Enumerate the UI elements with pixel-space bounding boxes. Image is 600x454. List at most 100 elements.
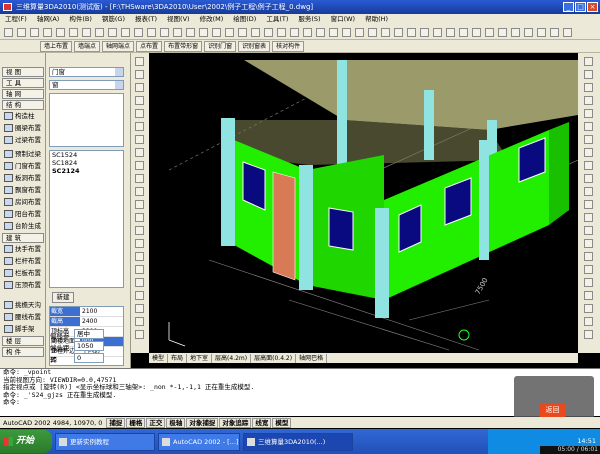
toolbar-icon[interactable]: [498, 28, 507, 37]
modify-tool-icon[interactable]: [135, 161, 144, 170]
view-tool-icon[interactable]: [584, 304, 593, 313]
modify-tool-icon[interactable]: [135, 200, 144, 209]
modify-tool-icon[interactable]: [135, 226, 144, 235]
toolbar-icon[interactable]: [17, 28, 26, 37]
palette-item[interactable]: 栏杆布置: [3, 256, 44, 266]
modify-tool-icon[interactable]: [135, 304, 144, 313]
modify-tool-icon[interactable]: [135, 96, 144, 105]
palette-item[interactable]: 板洞布置: [3, 173, 44, 183]
menu-item[interactable]: 帮助(H): [360, 14, 393, 25]
modify-tool-icon[interactable]: [135, 83, 144, 92]
command-button[interactable]: 墙端点: [74, 40, 101, 52]
modify-tool-icon[interactable]: [135, 174, 144, 183]
back-button[interactable]: 返回: [539, 404, 566, 417]
toolbar-icon[interactable]: [420, 28, 429, 37]
menu-item[interactable]: 视图(V): [162, 14, 195, 25]
view-tool-icon[interactable]: [584, 317, 593, 326]
modify-tool-icon[interactable]: [135, 109, 144, 118]
palette-category[interactable]: 结 构: [2, 100, 44, 110]
layout-tab[interactable]: 层高面(0.4.2): [251, 353, 297, 363]
toolbar-icon[interactable]: [524, 28, 533, 37]
command-button[interactable]: 点布置: [136, 40, 163, 52]
palette-item[interactable]: 预制过梁: [3, 149, 44, 159]
modify-tool-icon[interactable]: [135, 187, 144, 196]
modify-tool-icon[interactable]: [135, 70, 144, 79]
toolbar-icon[interactable]: [277, 28, 286, 37]
view-tool-icon[interactable]: [584, 135, 593, 144]
palette-item[interactable]: 台阶生成: [3, 221, 44, 231]
status-toggle[interactable]: 对象捕捉: [186, 417, 219, 428]
toolbar-icon[interactable]: [355, 28, 364, 37]
taskbar-item[interactable]: 更新实例教程: [55, 432, 155, 451]
toolbar-icon[interactable]: [160, 28, 169, 37]
menu-item[interactable]: 钢筋(G): [97, 14, 130, 25]
command-button[interactable]: 识别窗表: [238, 40, 271, 52]
palette-item[interactable]: 挑檐天沟: [3, 300, 44, 310]
maximize-button[interactable]: □: [575, 2, 586, 12]
item-list[interactable]: SC1524 SC1824 SC2124: [49, 150, 124, 288]
menu-item[interactable]: 修改(M): [195, 14, 229, 25]
modify-tool-icon[interactable]: [135, 265, 144, 274]
toolbar-icon[interactable]: [121, 28, 130, 37]
toolbar-icon[interactable]: [69, 28, 78, 37]
toolbar-icon[interactable]: [290, 28, 299, 37]
toolbar-icon[interactable]: [511, 28, 520, 37]
command-button[interactable]: 识别门窗: [204, 40, 237, 52]
command-button[interactable]: 核对构件: [272, 40, 305, 52]
palette-item[interactable]: 构造柱: [3, 111, 44, 121]
layout-tab[interactable]: 模型: [149, 353, 169, 363]
subtype-select[interactable]: 窗: [49, 80, 124, 90]
toolbar-icon[interactable]: [95, 28, 104, 37]
view-tool-icon[interactable]: [584, 239, 593, 248]
toolbar-icon[interactable]: [368, 28, 377, 37]
modify-tool-icon[interactable]: [135, 135, 144, 144]
property-value[interactable]: 2400: [80, 317, 123, 326]
palette-category[interactable]: 工 具: [2, 78, 44, 88]
layout-tab[interactable]: 层高(4.2m): [212, 353, 252, 363]
palette-item[interactable]: 压顶布置: [3, 280, 44, 290]
menu-item[interactable]: 轴网(A): [32, 14, 65, 25]
property-row[interactable]: 截高 2400: [50, 317, 123, 327]
modify-tool-icon[interactable]: [135, 213, 144, 222]
modify-tool-icon[interactable]: [135, 239, 144, 248]
toolbar-icon[interactable]: [446, 28, 455, 37]
start-button[interactable]: 开始: [0, 430, 52, 453]
palette-category[interactable]: 视 图: [2, 67, 44, 77]
toolbar-icon[interactable]: [82, 28, 91, 37]
toolbar-icon[interactable]: [303, 28, 312, 37]
toolbar-icon[interactable]: [342, 28, 351, 37]
menu-item[interactable]: 窗口(W): [326, 14, 361, 25]
view-tool-icon[interactable]: [584, 291, 593, 300]
close-button[interactable]: ×: [587, 2, 598, 12]
toolbar-icon[interactable]: [381, 28, 390, 37]
toolbar-icon[interactable]: [433, 28, 442, 37]
status-toggle[interactable]: 线宽: [252, 417, 272, 428]
list-item[interactable]: SC2124: [50, 167, 123, 175]
view-tool-icon[interactable]: [584, 252, 593, 261]
palette-item[interactable]: 阳台布置: [3, 209, 44, 219]
toolbar-icon[interactable]: [459, 28, 468, 37]
palette-item[interactable]: 栏板布置: [3, 268, 44, 278]
toolbar-icon[interactable]: [134, 28, 143, 37]
menu-item[interactable]: 构件(B): [64, 14, 97, 25]
field-input[interactable]: 居中: [74, 329, 104, 339]
menu-item[interactable]: 报表(T): [130, 14, 162, 25]
layout-tab[interactable]: 布局: [168, 353, 188, 363]
menu-item[interactable]: 工程(F): [0, 14, 32, 25]
palette-item[interactable]: 圈梁布置: [3, 123, 44, 133]
view-tool-icon[interactable]: [584, 148, 593, 157]
toolbar-icon[interactable]: [108, 28, 117, 37]
modify-tool-icon[interactable]: [135, 330, 144, 339]
toolbar-icon[interactable]: [30, 28, 39, 37]
view-tool-icon[interactable]: [584, 213, 593, 222]
toolbar-icon[interactable]: [563, 28, 572, 37]
status-toggle[interactable]: 捕捉: [106, 417, 126, 428]
toolbar-icon[interactable]: [173, 28, 182, 37]
toolbar-icon[interactable]: [472, 28, 481, 37]
field-input[interactable]: 1050: [74, 341, 104, 351]
toolbar-icon[interactable]: [238, 28, 247, 37]
palette-category[interactable]: 构 件: [2, 347, 44, 357]
field-input[interactable]: 0: [74, 353, 104, 363]
command-window[interactable]: 命令: _vpoint 当前视图方向: VIEWDIR=0.0,47571 指定视点…: [0, 368, 600, 416]
drawing-viewport[interactable]: 7500: [149, 60, 578, 353]
